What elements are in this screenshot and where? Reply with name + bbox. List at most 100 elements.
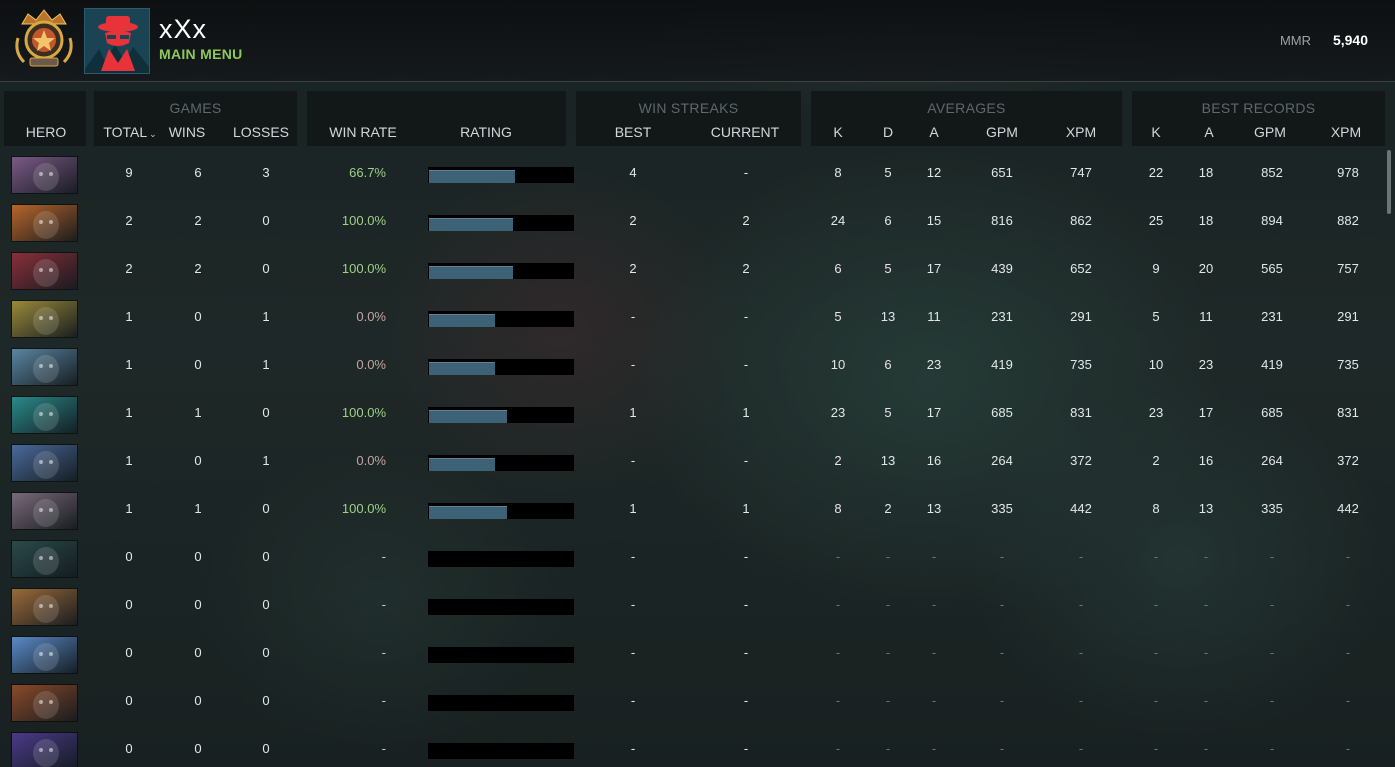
avg-assists-cell: 17 bbox=[926, 261, 942, 276]
hero-portrait-icon[interactable] bbox=[11, 684, 78, 722]
column-current-streak[interactable]: CURRENT bbox=[704, 124, 786, 140]
table-row[interactable]: 0 0 0 - - - - - - - - - - - - bbox=[0, 534, 1385, 582]
table-row[interactable]: 1 0 1 - - 2 13 16 264 372 2 16 264 372 0.0% bbox=[0, 438, 1385, 486]
main-menu-link[interactable]: MAIN MENU bbox=[159, 46, 243, 62]
best-streak-cell: - bbox=[630, 693, 636, 708]
sort-descending-icon: ⌄ bbox=[149, 129, 157, 139]
hero-portrait-icon[interactable] bbox=[11, 156, 78, 194]
player-name: xXx bbox=[159, 14, 208, 44]
record-assists-cell: 17 bbox=[1198, 405, 1214, 420]
mmr-value: 5,940 bbox=[1332, 32, 1368, 48]
column-avg-kills[interactable]: K bbox=[828, 124, 848, 140]
column-avg-deaths[interactable]: D bbox=[878, 124, 898, 140]
record-kills-cell: - bbox=[1153, 549, 1159, 564]
table-row[interactable]: 1 1 0 1 1 23 5 17 685 831 23 17 685 831 100.0% bbox=[0, 390, 1385, 438]
table-row[interactable]: 0 0 0 - - - - - - - - - - - - bbox=[0, 678, 1385, 726]
record-xpm-cell: 291 bbox=[1337, 309, 1359, 324]
avg-gpm-cell: 685 bbox=[991, 405, 1013, 420]
table-row[interactable]: 2 2 0 2 2 6 5 17 439 652 9 20 565 757 100.0% bbox=[0, 246, 1385, 294]
rating-bar bbox=[428, 599, 574, 615]
column-best-streak[interactable]: BEST bbox=[608, 124, 658, 140]
hero-portrait-icon[interactable] bbox=[11, 300, 78, 338]
table-row[interactable]: 1 0 1 - - 5 13 11 231 291 5 11 231 291 0.0% bbox=[0, 294, 1385, 342]
best-streak-cell: - bbox=[630, 309, 636, 324]
record-assists-cell: 16 bbox=[1198, 453, 1214, 468]
avg-deaths-cell: - bbox=[885, 645, 891, 660]
column-record-kills[interactable]: K bbox=[1146, 124, 1166, 140]
win-rate-cell: 0.0% bbox=[356, 357, 386, 372]
column-record-gpm[interactable]: GPM bbox=[1248, 124, 1292, 140]
total-cell: 1 bbox=[125, 357, 133, 372]
avg-kills-cell: 8 bbox=[834, 165, 842, 180]
record-assists-cell: - bbox=[1203, 645, 1209, 660]
hero-portrait-icon[interactable] bbox=[11, 492, 78, 530]
hero-portrait-icon[interactable] bbox=[11, 444, 78, 482]
table-row[interactable]: 0 0 0 - - - - - - - - - - - - bbox=[0, 726, 1385, 767]
column-win-rate[interactable]: WIN RATE bbox=[322, 124, 404, 140]
best-streak-cell: - bbox=[630, 645, 636, 660]
record-gpm-cell: - bbox=[1269, 693, 1275, 708]
hero-portrait-icon[interactable] bbox=[11, 252, 78, 290]
record-kills-cell: - bbox=[1153, 645, 1159, 660]
win-streaks-group-title: WIN STREAKS bbox=[638, 100, 739, 116]
hero-portrait-icon[interactable] bbox=[11, 396, 78, 434]
rating-bar bbox=[428, 167, 574, 183]
averages-group-title: AVERAGES bbox=[927, 100, 1006, 116]
rating-bar bbox=[428, 359, 574, 375]
avg-kills-cell: 6 bbox=[834, 261, 842, 276]
hero-portrait-icon[interactable] bbox=[11, 732, 78, 767]
avg-assists-cell: - bbox=[931, 741, 937, 756]
table-scrollbar[interactable] bbox=[1387, 150, 1391, 214]
table-row[interactable]: 9 6 3 4 - 8 5 12 651 747 22 18 852 978 66.7% bbox=[0, 150, 1385, 198]
column-avg-assists[interactable]: A bbox=[924, 124, 944, 140]
losses-cell: 0 bbox=[262, 597, 270, 612]
hero-portrait-icon[interactable] bbox=[11, 540, 78, 578]
column-wins[interactable]: WINS bbox=[162, 124, 212, 140]
player-avatar[interactable] bbox=[84, 8, 150, 74]
record-kills-cell: 23 bbox=[1148, 405, 1164, 420]
column-total[interactable]: TOTAL ⌄ bbox=[96, 124, 164, 140]
hero-portrait-icon[interactable] bbox=[11, 588, 78, 626]
record-xpm-cell: 831 bbox=[1337, 405, 1359, 420]
avg-kills-cell: - bbox=[835, 549, 841, 564]
table-row[interactable]: 0 0 0 - - - - - - - - - - - - bbox=[0, 630, 1385, 678]
avg-gpm-cell: 816 bbox=[991, 213, 1013, 228]
record-xpm-cell: - bbox=[1345, 597, 1351, 612]
losses-cell: 0 bbox=[262, 213, 270, 228]
best-streak-cell: - bbox=[630, 453, 636, 468]
current-streak-cell: 1 bbox=[742, 405, 750, 420]
losses-cell: 0 bbox=[262, 405, 270, 420]
hero-portrait-icon[interactable] bbox=[11, 348, 78, 386]
table-row[interactable]: 1 1 0 1 1 8 2 13 335 442 8 13 335 442 100.0% bbox=[0, 486, 1385, 534]
column-losses[interactable]: LOSSES bbox=[228, 124, 294, 140]
record-gpm-cell: 685 bbox=[1261, 405, 1283, 420]
rating-bar bbox=[428, 263, 574, 279]
column-avg-gpm[interactable]: GPM bbox=[980, 124, 1024, 140]
table-row[interactable]: 1 0 1- -10 6 23 419 735 10 23 419 735 0.0% bbox=[0, 342, 1385, 390]
best-streak-cell: - bbox=[630, 597, 636, 612]
table-row[interactable]: 0 0 0 - - - - - - - - - - - - bbox=[0, 582, 1385, 630]
column-record-xpm[interactable]: XPM bbox=[1324, 124, 1368, 140]
rank-medal-icon[interactable] bbox=[14, 8, 74, 74]
mmr-label: MMR bbox=[1279, 33, 1311, 48]
avg-kills-cell: 23 bbox=[830, 405, 846, 420]
hero-portrait-icon[interactable] bbox=[11, 204, 78, 242]
losses-cell: 0 bbox=[262, 693, 270, 708]
avg-deaths-cell: 2 bbox=[884, 501, 892, 516]
table-row[interactable]: 2 2 0 2 2 24 6 15 816 862 25 18 894 882 100.0% bbox=[0, 198, 1385, 246]
hero-portrait-icon[interactable] bbox=[11, 636, 78, 674]
column-hero[interactable]: HERO bbox=[16, 124, 76, 140]
column-rating[interactable]: RATING bbox=[446, 124, 526, 140]
column-avg-xpm[interactable]: XPM bbox=[1059, 124, 1103, 140]
total-cell: 2 bbox=[125, 261, 133, 276]
column-record-assists[interactable]: A bbox=[1199, 124, 1219, 140]
rating-bar-fill bbox=[429, 170, 515, 183]
record-kills-cell: 8 bbox=[1152, 501, 1160, 516]
avg-deaths-cell: - bbox=[885, 549, 891, 564]
wins-cell: 0 bbox=[194, 693, 202, 708]
wins-cell: 2 bbox=[194, 261, 202, 276]
best-streak-cell: 1 bbox=[629, 501, 637, 516]
avg-gpm-cell: - bbox=[999, 597, 1005, 612]
total-cell: 0 bbox=[125, 549, 133, 564]
wins-cell: 6 bbox=[194, 165, 202, 180]
